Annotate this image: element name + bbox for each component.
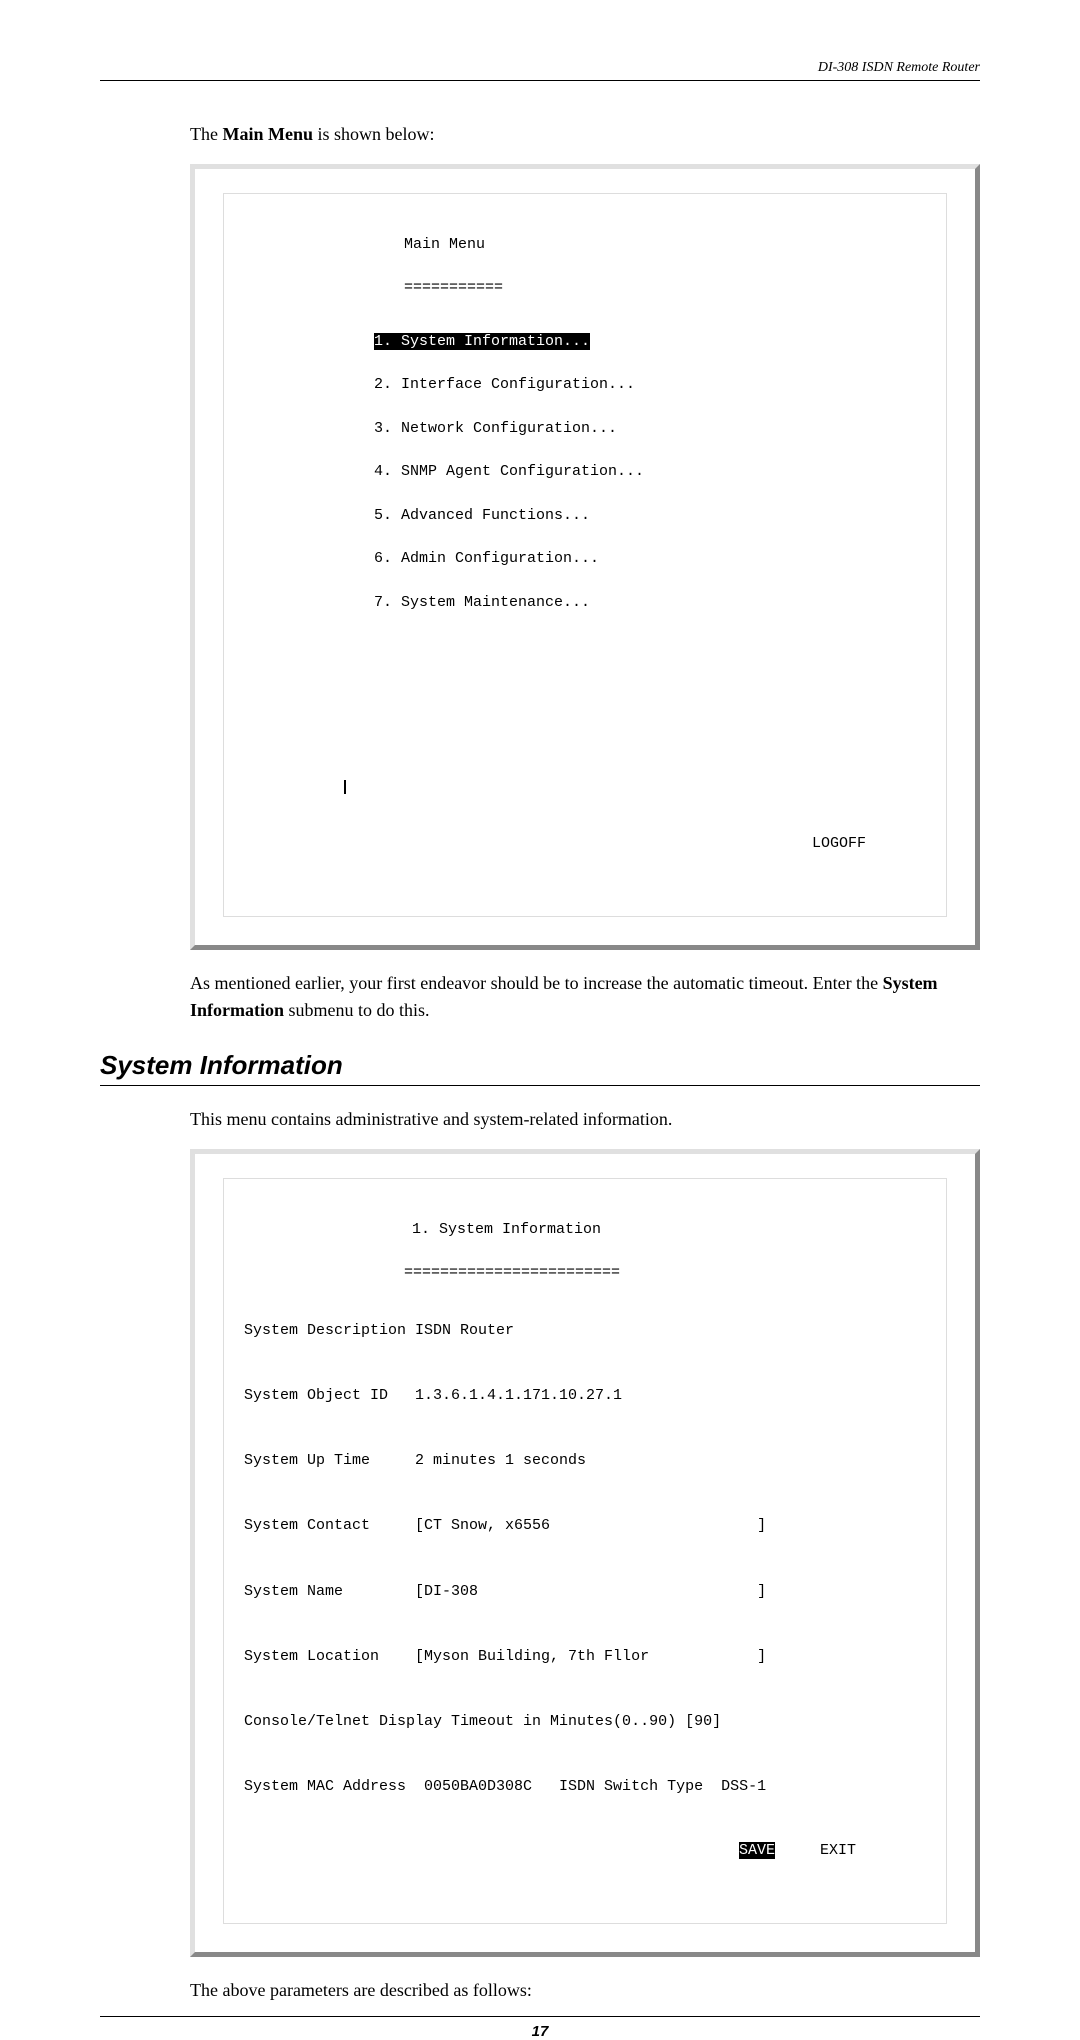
sysinfo-row: System Object ID 1.3.6.1.4.1.171.10.27.1 (244, 1385, 926, 1407)
section-heading: System Information (100, 1050, 980, 1081)
cursor-line (244, 777, 926, 799)
menu-item[interactable]: 4. SNMP Agent Configuration... (244, 461, 926, 483)
sysinfo-row: System MAC Address 0050BA0D308C ISDN Swi… (244, 1776, 926, 1798)
text-cursor (344, 780, 346, 794)
mid-paragraph: As mentioned earlier, your first endeavo… (190, 970, 980, 1024)
intro-paragraph: The Main Menu is shown below: (190, 121, 980, 148)
menu-item[interactable]: 2. Interface Configuration... (244, 374, 926, 396)
sysinfo-row[interactable]: Console/Telnet Display Timeout in Minute… (244, 1711, 926, 1733)
bottom-actions: SAVE EXIT (244, 1840, 926, 1862)
mid-prefix: As mentioned earlier, your first endeavo… (190, 973, 883, 993)
page-content: The Main Menu is shown below: Main Menu … (100, 121, 980, 1024)
page-number: 17 (100, 2023, 980, 2040)
sysinfo-row[interactable]: System Contact [CT Snow, x6556 ] (244, 1515, 926, 1537)
section-rule (100, 1085, 980, 1086)
menu-item[interactable]: 6. Admin Configuration... (244, 548, 926, 570)
sysinfo-row: System Up Time 2 minutes 1 seconds (244, 1450, 926, 1472)
page-header: DI-308 ISDN Remote Router (100, 60, 980, 81)
menu-item[interactable]: 7. System Maintenance... (244, 592, 926, 614)
section-content: This menu contains administrative and sy… (100, 1106, 980, 2004)
save-button[interactable]: SAVE (739, 1842, 775, 1859)
sysinfo-row: System Description ISDN Router (244, 1320, 926, 1342)
terminal-main-menu: Main Menu =========== 1. System Informat… (190, 164, 980, 950)
intro-prefix: The (190, 124, 222, 144)
mid-suffix: submenu to do this. (284, 1000, 430, 1020)
section-desc: This menu contains administrative and sy… (190, 1106, 980, 1133)
intro-bold: Main Menu (222, 124, 313, 144)
terminal-title: Main Menu (244, 234, 926, 256)
footer-rule (100, 2016, 980, 2017)
sysinfo-row[interactable]: System Location [Myson Building, 7th Fll… (244, 1646, 926, 1668)
intro-suffix: is shown below: (313, 124, 435, 144)
terminal-system-info: 1. System Information ==================… (190, 1149, 980, 1957)
menu-item-selected[interactable]: 1. System Information... (374, 333, 590, 350)
terminal-inner: 1. System Information ==================… (223, 1178, 947, 1924)
terminal-inner: Main Menu =========== 1. System Informat… (223, 193, 947, 917)
sysinfo-row[interactable]: System Name [DI-308 ] (244, 1581, 926, 1603)
menu-item[interactable]: 3. Network Configuration... (244, 418, 926, 440)
terminal-title: 1. System Information (244, 1219, 926, 1241)
menu-item[interactable]: 1. System Information... (244, 331, 926, 353)
menu-item[interactable]: 5. Advanced Functions... (244, 505, 926, 527)
terminal-divider: ======================== (244, 1262, 926, 1284)
terminal-divider: =========== (244, 277, 926, 299)
closing-paragraph: The above parameters are described as fo… (190, 1977, 980, 2004)
exit-button[interactable]: EXIT (820, 1842, 856, 1859)
logoff-button[interactable]: LOGOFF (244, 833, 926, 855)
header-title: DI-308 ISDN Remote Router (818, 60, 980, 75)
